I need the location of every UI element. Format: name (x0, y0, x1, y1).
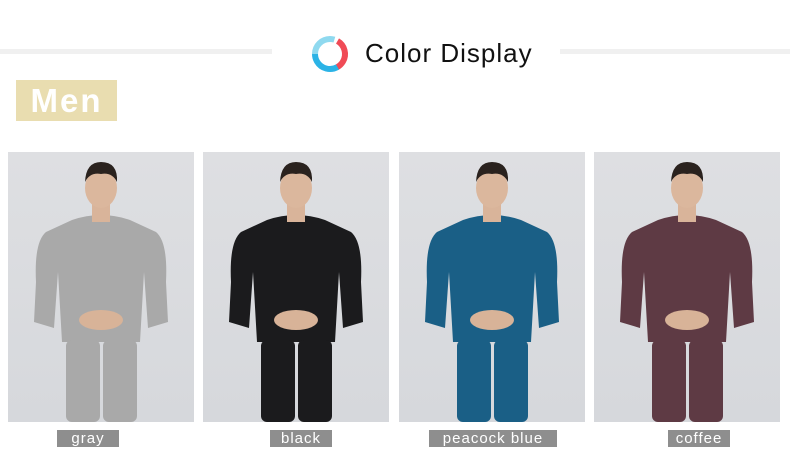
page-title: Color Display (365, 38, 533, 68)
header-divider-left (0, 49, 272, 54)
color-label-gray: gray (57, 430, 119, 447)
product-image-coffee[interactable] (594, 152, 780, 422)
model-illustration (229, 162, 363, 422)
color-label-peacock-blue: peacock blue (429, 430, 557, 447)
color-label-black: black (270, 430, 332, 447)
header-divider-right (560, 49, 790, 54)
model-illustration (620, 162, 754, 422)
color-circle-icon (308, 32, 352, 76)
product-image-black[interactable] (203, 152, 389, 422)
product-image-peacock-blue[interactable] (399, 152, 585, 422)
model-illustration (425, 162, 559, 422)
product-image-gray[interactable] (8, 152, 194, 422)
color-label-coffee: coffee (668, 430, 730, 447)
section-label-men: Men (16, 80, 117, 121)
model-illustration (34, 162, 168, 422)
